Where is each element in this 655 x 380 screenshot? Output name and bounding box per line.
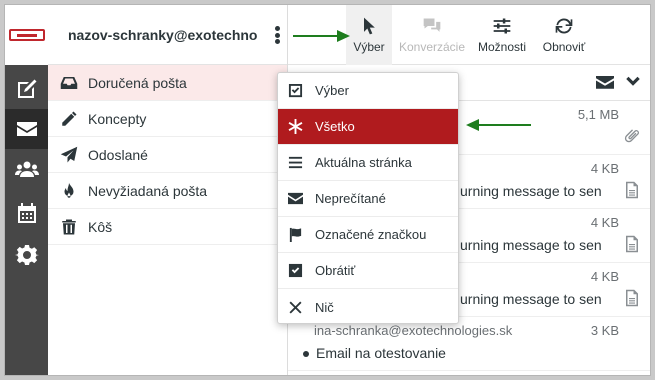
folder-trash[interactable]: Kôš: [48, 209, 287, 245]
more-options-icon[interactable]: [273, 26, 281, 44]
folder-label: Doručená pošta: [88, 74, 187, 91]
arrow-to-select-button: [293, 30, 350, 42]
refresh-icon: [555, 18, 573, 34]
logo: [5, 5, 48, 65]
menu-item-unread[interactable]: Neprečítané: [278, 181, 458, 217]
checkbox-checked-icon: [288, 263, 303, 278]
paperclip-icon: [624, 127, 640, 145]
message-subject: Email na otestovanie: [316, 345, 446, 361]
message-subject: urning message to sen: [460, 237, 602, 253]
arrow-to-all-item: [466, 119, 531, 131]
menu-item-none[interactable]: Nič: [278, 289, 458, 325]
sliders-icon: [493, 18, 511, 34]
menu-item-flagged[interactable]: Označené značkou: [278, 217, 458, 253]
select-button[interactable]: Výber: [346, 5, 392, 65]
folder-panel: nazov-schranky@exotechnol... Doručená po…: [48, 5, 288, 375]
inbox-icon: [60, 76, 78, 89]
message-from: ina-schranka@exotechnologies.sk: [314, 323, 513, 338]
folder-inbox[interactable]: Doručená pošta: [48, 65, 287, 101]
file-icon: [624, 235, 640, 253]
calendar-icon[interactable]: [5, 193, 48, 233]
message-subject: urning message to sen: [460, 291, 602, 307]
message-row[interactable]: ina-schranka@exotechnologies.sk 3 KB Ema…: [288, 317, 650, 371]
folder-label: Nevyžiadaná pošta: [88, 182, 208, 199]
chevron-down-icon[interactable]: [624, 74, 642, 90]
x-icon: [289, 301, 302, 313]
menu-item-current-page[interactable]: Aktuálna stránka: [278, 145, 458, 181]
menu-item-invert[interactable]: Obrátiť: [278, 253, 458, 289]
refresh-button[interactable]: Obnoviť: [536, 5, 592, 65]
menu-item-all[interactable]: Všetko: [278, 109, 458, 145]
trash-icon: [62, 219, 76, 234]
folder-label: Kôš: [88, 218, 113, 235]
compose-icon[interactable]: [5, 69, 48, 109]
message-size: 5,1 MB: [577, 107, 619, 122]
checkbox-icon: [288, 83, 303, 98]
contacts-icon[interactable]: [5, 149, 48, 189]
settings-icon[interactable]: [5, 235, 48, 275]
message-size: 4 KB: [590, 269, 619, 284]
folder-label: Odoslané: [88, 146, 148, 163]
file-icon: [624, 181, 640, 199]
message-subject: urning message to sen: [460, 183, 602, 199]
message-size: 4 KB: [590, 161, 619, 176]
pencil-icon: [62, 111, 77, 126]
flag-icon: [289, 227, 302, 242]
account-header: nazov-schranky@exotechnol...: [48, 5, 287, 65]
message-size: 4 KB: [590, 215, 619, 230]
mail-icon[interactable]: [5, 109, 48, 149]
asterisk-icon: [288, 119, 303, 134]
folder-junk[interactable]: Nevyžiadaná pošta: [48, 173, 287, 209]
send-icon: [60, 146, 78, 162]
menu-item-selection[interactable]: Výber: [278, 73, 458, 109]
list-icon: [288, 156, 303, 169]
threads-button[interactable]: Konverzácie: [394, 5, 470, 65]
envelope-icon[interactable]: [596, 74, 614, 90]
mail-app-window: nazov-schranky@exotechnol... Doručená po…: [4, 4, 651, 376]
folder-label: Koncepty: [88, 110, 147, 127]
fire-icon: [64, 182, 74, 198]
file-icon: [624, 289, 640, 307]
message-size: 3 KB: [590, 323, 619, 338]
folder-sent[interactable]: Odoslané: [48, 137, 287, 173]
comments-icon: [423, 18, 441, 32]
folder-drafts[interactable]: Koncepty: [48, 101, 287, 137]
account-name: nazov-schranky@exotechnol...: [68, 26, 258, 43]
select-dropdown-menu: Výber Všetko Aktuálna stránka Neprečítan…: [277, 72, 459, 324]
unread-dot: [303, 351, 309, 357]
app-rail: [5, 5, 48, 375]
options-button[interactable]: Možnosti: [472, 5, 532, 65]
envelope-icon: [288, 192, 303, 205]
cursor-icon: [364, 17, 375, 35]
